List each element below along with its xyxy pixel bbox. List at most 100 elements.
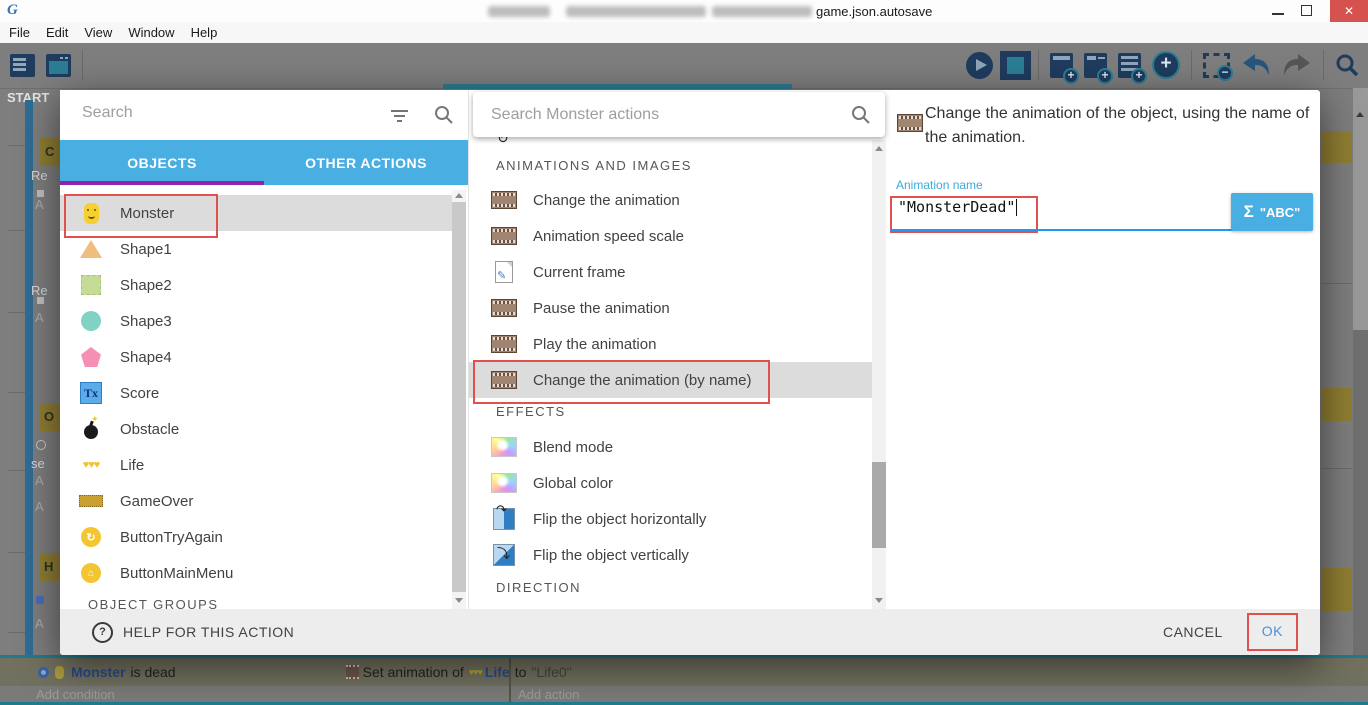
object-label: Shape2: [120, 277, 172, 294]
object-item-monster[interactable]: Monster: [60, 195, 452, 231]
film-icon: [491, 191, 517, 209]
object-label: ButtonTryAgain: [120, 529, 223, 546]
object-item-life[interactable]: ♥♥♥ Life: [60, 447, 452, 483]
action-item-global-color[interactable]: Global color: [469, 465, 872, 501]
menu-file[interactable]: File: [9, 25, 30, 40]
toolbar-separator: [82, 50, 83, 80]
bg-event-text: H: [44, 559, 53, 574]
menu-window[interactable]: Window: [128, 25, 174, 40]
frame-icon: [491, 261, 517, 283]
tree-line: [8, 230, 25, 231]
scroll-down-arrow[interactable]: [875, 598, 883, 603]
expression-builder-button[interactable]: Σ "ABC": [1231, 193, 1313, 231]
action-item-play-animation[interactable]: Play the animation: [469, 326, 872, 362]
close-button[interactable]: ✕: [1330, 0, 1368, 22]
effects-section-header: EFFECTS: [496, 404, 566, 419]
object-item-shape2[interactable]: Shape2: [60, 267, 452, 303]
play-icon: [966, 52, 993, 79]
menu-help[interactable]: Help: [191, 25, 218, 40]
action-search-bar: [473, 92, 885, 137]
direction-section-header: DIRECTION: [496, 580, 581, 595]
event-indent-bar: [25, 100, 33, 655]
scroll-up-arrow[interactable]: [455, 193, 463, 198]
action-item-change-animation-by-name[interactable]: Change the animation (by name): [469, 362, 872, 398]
object-item-obstacle[interactable]: Obstacle: [60, 411, 452, 447]
add-more-icon: +: [1152, 51, 1180, 79]
redacted-title-block: [488, 6, 550, 17]
scroll-down-arrow[interactable]: [455, 598, 463, 603]
menu-view[interactable]: View: [84, 25, 112, 40]
object-search-input[interactable]: [80, 103, 384, 123]
action-item-flip-vertical[interactable]: Flip the object vertically: [469, 537, 872, 573]
flip-vertical-icon: [491, 544, 517, 566]
add-subevent-icon: +: [1084, 53, 1107, 78]
object-item-gameover[interactable]: GameOver: [60, 483, 452, 519]
action-item-blend-mode[interactable]: Blend mode: [469, 429, 872, 465]
action-object-name: Life: [485, 664, 510, 680]
action-search-input[interactable]: [489, 105, 793, 125]
tree-line: [8, 552, 25, 553]
pentagon-icon: [78, 347, 104, 367]
object-list-scrollbar-thumb[interactable]: [452, 202, 466, 592]
action-item-change-animation[interactable]: Change the animation: [469, 182, 872, 218]
restore-button[interactable]: [1301, 5, 1312, 16]
scroll-up-arrow[interactable]: [1356, 112, 1364, 117]
object-item-shape4[interactable]: Shape4: [60, 339, 452, 375]
object-item-shape3[interactable]: Shape3: [60, 303, 452, 339]
tab-objects-label: OBJECTS: [127, 155, 197, 171]
object-item-score[interactable]: Tx Score: [60, 375, 452, 411]
clipped-action-icon: ↻: [497, 137, 513, 147]
bg-event-text: se: [31, 456, 45, 471]
scroll-up-arrow[interactable]: [875, 146, 883, 151]
film-icon: [491, 227, 517, 245]
object-item-shape1[interactable]: Shape1: [60, 231, 452, 267]
tab-other-actions[interactable]: OTHER ACTIONS: [264, 140, 468, 185]
actions-panel: ↻ ANIMATIONS AND IMAGES Change the anima…: [468, 90, 885, 609]
banner-icon: [78, 495, 104, 507]
title-bar: G game.json.autosave ✕: [0, 0, 1368, 23]
action-item-current-frame[interactable]: Current frame: [469, 254, 872, 290]
toolbar-separator: [1323, 50, 1324, 80]
window-title: game.json.autosave: [816, 4, 932, 19]
help-link[interactable]: HELP FOR THIS ACTION: [123, 624, 294, 640]
toolbar-right-group: + + + + −: [966, 43, 1359, 87]
film-mini-icon: [346, 665, 359, 679]
tree-line: [1322, 468, 1352, 469]
object-label: Shape4: [120, 349, 172, 366]
action-item-pause-animation[interactable]: Pause the animation: [469, 290, 872, 326]
tree-line: [8, 392, 25, 393]
undo-icon: [1241, 52, 1271, 78]
retry-button-icon: ↻: [78, 527, 104, 547]
tree-line: [8, 145, 25, 146]
bg-event-text: A: [35, 310, 44, 325]
filter-icon[interactable]: [390, 107, 408, 122]
animation-name-field[interactable]: "MonsterDead": [898, 198, 1017, 216]
event-add-row: [0, 686, 1368, 703]
add-comment-icon: +: [1118, 53, 1141, 78]
add-event-icon: +: [1050, 53, 1073, 78]
object-item-buttontryagain[interactable]: ↻ ButtonTryAgain: [60, 519, 452, 555]
events-scrollbar-thumb[interactable]: [1353, 330, 1368, 655]
action-list-scrollbar-thumb[interactable]: [872, 462, 886, 548]
tab-objects[interactable]: OBJECTS: [60, 140, 264, 185]
action-item-flip-horizontal[interactable]: Flip the object horizontally: [469, 501, 872, 537]
toolbar-left-group: [10, 43, 83, 87]
annotation-box-ok: OK: [1247, 613, 1298, 651]
object-item-buttonmainmenu[interactable]: ⌂ ButtonMainMenu: [60, 555, 452, 591]
ok-button[interactable]: OK: [1262, 623, 1283, 639]
expression-button-label: "ABC": [1260, 205, 1301, 220]
event-highlight-cell: [1322, 568, 1352, 611]
bg-event-text: O: [44, 409, 54, 424]
home-button-icon: ⌂: [78, 563, 104, 583]
tree-line: [1322, 283, 1352, 284]
object-label: GameOver: [120, 493, 193, 510]
minimize-button[interactable]: [1272, 13, 1284, 15]
action-label: Play the animation: [533, 336, 656, 353]
menu-edit[interactable]: Edit: [46, 25, 68, 40]
cancel-button[interactable]: CANCEL: [1163, 624, 1223, 640]
monster-mini-icon: [55, 666, 64, 679]
action-label: Animation speed scale: [533, 228, 684, 245]
action-item-animation-speed[interactable]: Animation speed scale: [469, 218, 872, 254]
tab-bar: OBJECTS OTHER ACTIONS: [60, 140, 468, 185]
help-icon: ?: [92, 622, 113, 643]
